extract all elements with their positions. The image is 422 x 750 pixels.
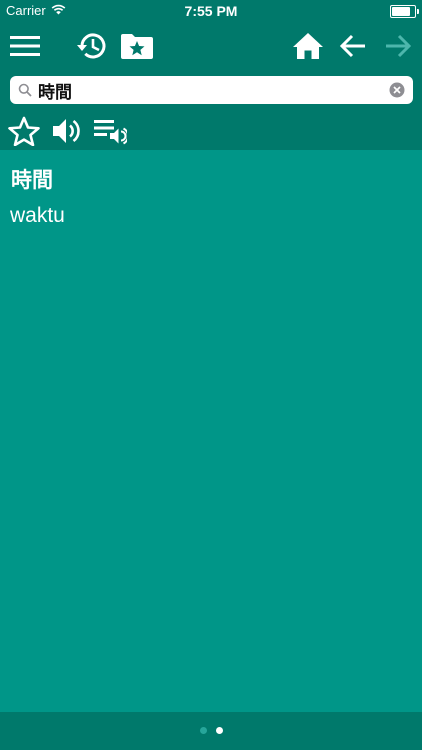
page-dot[interactable] [215, 727, 223, 734]
favorites-folder-button[interactable] [119, 28, 155, 64]
toolbar [0, 22, 422, 70]
favorite-button[interactable] [7, 114, 41, 148]
speak-button[interactable] [50, 114, 84, 148]
menu-icon [10, 36, 40, 56]
search-icon [18, 83, 32, 97]
speak-list-icon [94, 120, 127, 145]
menu-button[interactable] [7, 28, 43, 64]
back-arrow-icon [339, 34, 365, 58]
bottom-bar [0, 712, 422, 750]
history-button[interactable] [74, 28, 110, 64]
entry-content: 時間 waktu [0, 150, 422, 712]
search-box[interactable] [10, 76, 413, 104]
action-bar [0, 110, 422, 150]
back-button[interactable] [335, 28, 371, 64]
search-bar [0, 70, 422, 110]
speaker-icon [53, 119, 80, 143]
home-icon [293, 33, 323, 59]
entry-translation: waktu [10, 204, 65, 227]
clock: 7:55 PM [184, 3, 238, 19]
page-dot[interactable] [199, 727, 207, 734]
entry-word: 時間 [11, 168, 53, 192]
favorites-folder-icon [121, 34, 153, 59]
page-indicator[interactable] [0, 727, 422, 734]
speak-list-button[interactable] [93, 114, 127, 148]
forward-arrow-icon [386, 34, 412, 58]
home-button[interactable] [290, 28, 326, 64]
status-bar: Carrier 7:55 PM [0, 0, 422, 22]
forward-button[interactable] [380, 28, 416, 64]
battery-level [392, 7, 410, 16]
history-icon [77, 33, 106, 59]
search-input[interactable] [38, 80, 368, 100]
clear-icon[interactable] [389, 82, 405, 98]
star-icon [8, 116, 40, 146]
battery-icon [390, 5, 419, 18]
